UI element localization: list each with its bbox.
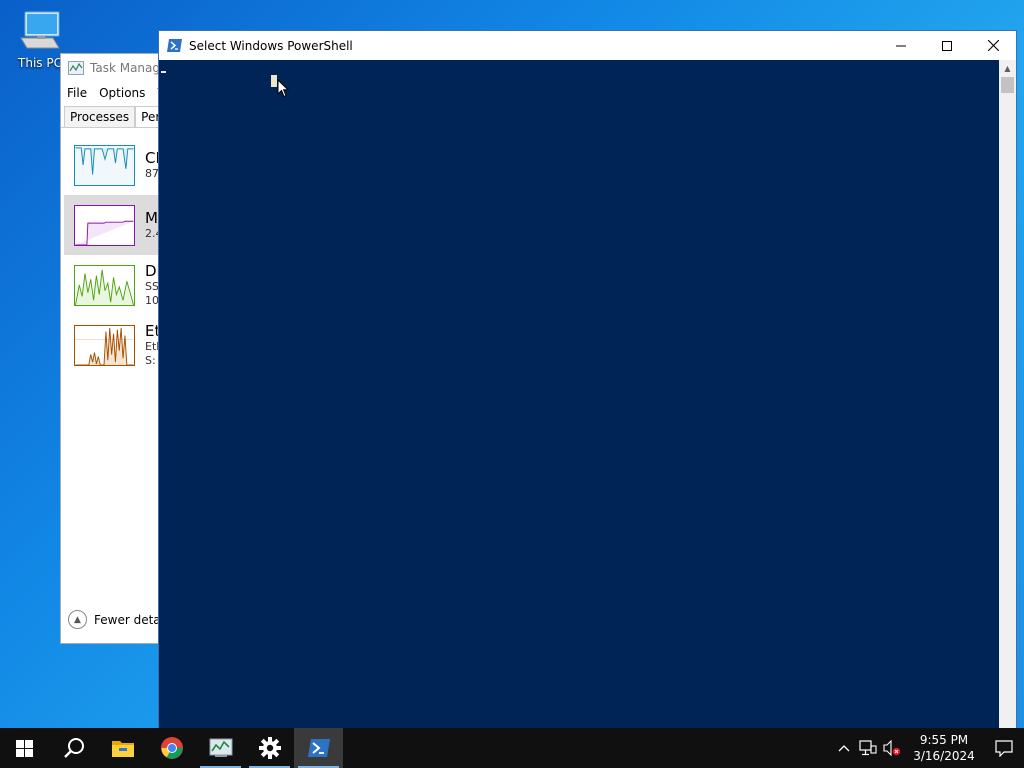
system-tray: 9:55 PM 3/16/2024 — [832, 728, 1024, 768]
show-hidden-icons-button[interactable] — [832, 728, 856, 768]
taskbar: 9:55 PM 3/16/2024 — [0, 728, 1024, 768]
cpu-graph — [74, 144, 135, 186]
close-icon — [987, 40, 999, 51]
volume-muted-icon — [883, 740, 901, 756]
file-explorer-icon — [111, 741, 134, 757]
vertical-scrollbar[interactable]: ▲ — [999, 60, 1016, 728]
text-cursor — [161, 71, 166, 73]
task-manager-title: Task Manage — [90, 61, 168, 75]
desktop-icon-this-pc[interactable]: This PC — [14, 8, 66, 70]
settings-button[interactable] — [245, 728, 294, 768]
perf-item-ethernet[interactable]: Et Eth S: — [61, 315, 169, 375]
close-button[interactable] — [970, 31, 1016, 60]
desktop-icon-label: This PC — [18, 56, 62, 70]
file-explorer-button[interactable] — [98, 728, 147, 768]
mouse-pointer-icon — [277, 79, 289, 98]
network-icon — [859, 740, 877, 756]
fewer-details-button[interactable]: ▲ Fewer details — [68, 610, 169, 629]
memory-graph — [74, 204, 135, 246]
perf-item-disk[interactable]: Di SS 10 — [61, 255, 169, 315]
chrome-button[interactable] — [147, 728, 196, 768]
start-button[interactable] — [0, 728, 49, 768]
task-manager-menubar: File Options V — [61, 82, 169, 104]
powershell-window[interactable]: Select Windows PowerShell ▲ — [158, 30, 1017, 728]
task-manager-titlebar[interactable]: Task Manage — [61, 54, 169, 82]
minimize-button[interactable] — [878, 31, 924, 60]
perf-item-cpu[interactable]: CP 87 — [61, 135, 169, 195]
search-icon — [63, 738, 84, 758]
task-manager-window[interactable]: Task Manage File Options V Processes Per… — [60, 53, 170, 644]
volume-button[interactable] — [880, 728, 904, 768]
search-button[interactable] — [49, 728, 98, 768]
performance-list: CP 87 M 2.4 Di SS 10 Et Eth S: — [61, 128, 169, 375]
menu-file[interactable]: File — [67, 86, 87, 100]
powershell-icon — [307, 739, 330, 757]
task-manager-taskbar-button[interactable] — [196, 728, 245, 768]
network-button[interactable] — [856, 728, 880, 768]
task-manager-icon — [209, 738, 232, 757]
powershell-taskbar-button[interactable] — [294, 728, 343, 768]
chevron-up-icon — [838, 745, 850, 752]
ethernet-graph — [74, 324, 135, 366]
disk-graph — [74, 264, 135, 306]
action-center-button[interactable] — [984, 728, 1024, 768]
chrome-icon — [160, 737, 183, 759]
maximize-icon — [942, 40, 952, 51]
powershell-console[interactable] — [159, 60, 999, 728]
maximize-button[interactable] — [924, 31, 970, 60]
task-manager-icon — [68, 61, 84, 75]
tab-processes[interactable]: Processes — [64, 106, 136, 127]
scroll-thumb[interactable] — [1001, 77, 1014, 93]
taskbar-clock[interactable]: 9:55 PM 3/16/2024 — [904, 732, 984, 764]
clock-date: 3/16/2024 — [913, 749, 975, 763]
task-manager-tabs: Processes Perfo — [61, 104, 169, 128]
minimize-icon — [896, 45, 906, 46]
notification-icon — [995, 739, 1013, 757]
clock-time: 9:55 PM — [919, 733, 969, 747]
settings-gear-icon — [258, 737, 281, 759]
powershell-icon — [167, 39, 182, 52]
windows-start-icon — [16, 739, 33, 757]
menu-options[interactable]: Options — [99, 86, 145, 100]
powershell-titlebar[interactable]: Select Windows PowerShell — [159, 31, 1016, 60]
chevron-up-icon: ▲ — [68, 610, 87, 629]
computer-icon — [20, 11, 60, 49]
powershell-title: Select Windows PowerShell — [189, 38, 353, 53]
perf-item-memory[interactable]: M 2.4 — [64, 195, 166, 255]
scroll-up-arrow-icon[interactable]: ▲ — [999, 60, 1016, 77]
